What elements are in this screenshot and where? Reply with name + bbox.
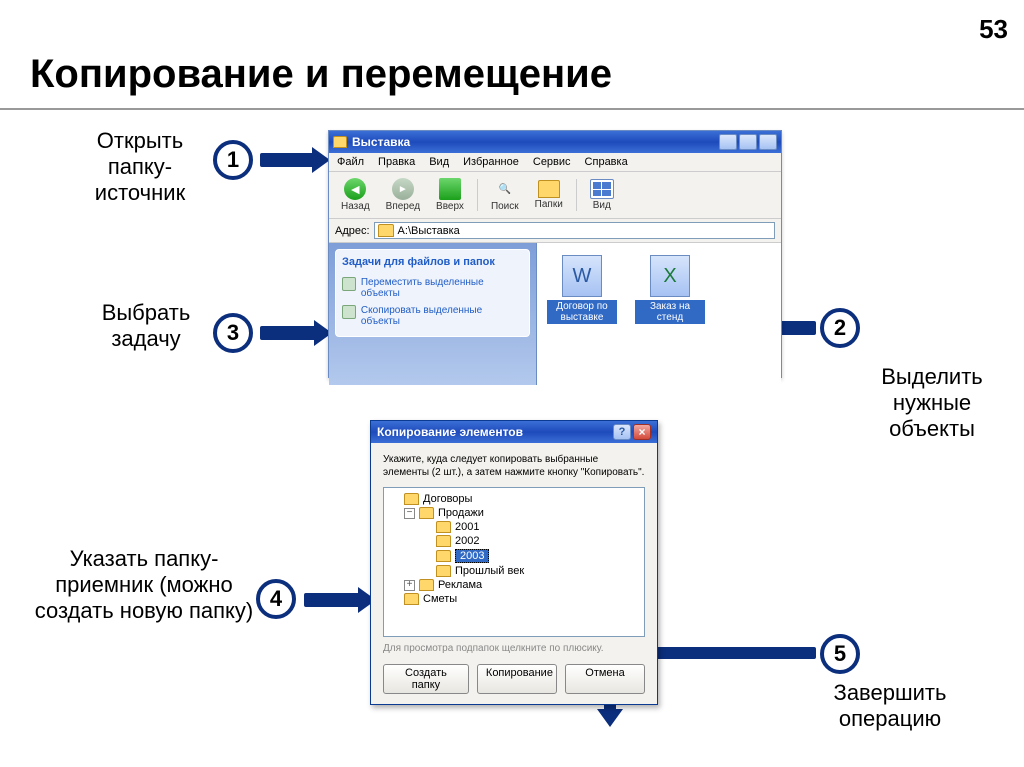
address-value: A:\Выставка [398, 225, 460, 237]
explorer-content: Задачи для файлов и папок Переместить вы… [329, 243, 781, 385]
arrow-3 [260, 326, 316, 340]
dialog-hint: Для просмотра подпапок щелкните по плюси… [383, 643, 645, 654]
file-area[interactable]: W Договор по выставке X Заказ на стенд [537, 243, 781, 385]
window-title: Выставка [352, 135, 410, 149]
menu-file[interactable]: Файл [337, 156, 364, 168]
menu-help[interactable]: Справка [585, 156, 628, 168]
step-label-2: Выделить нужные объекты [862, 364, 1002, 442]
menu-favorites[interactable]: Избранное [463, 156, 519, 168]
move-icon [342, 277, 356, 291]
step-badge-3: 3 [213, 313, 253, 353]
tree-node[interactable]: 2002 [388, 534, 640, 548]
task-pane: Задачи для файлов и папок Переместить вы… [329, 243, 537, 385]
menu-edit[interactable]: Правка [378, 156, 415, 168]
tree-node[interactable]: −Продажи [388, 506, 640, 520]
step-badge-5: 5 [820, 634, 860, 674]
dialog-instructions: Укажите, куда следует копировать выбранн… [383, 453, 645, 479]
folder-icon [419, 579, 434, 591]
cancel-button[interactable]: Отмена [565, 664, 645, 694]
file-label: Заказ на стенд [635, 300, 705, 324]
copy-dialog: Копирование элементов ? × Укажите, куда … [370, 420, 658, 705]
copy-icon [342, 305, 356, 319]
file-item-1[interactable]: W Договор по выставке [547, 255, 617, 324]
close-button[interactable] [759, 134, 777, 150]
word-doc-icon: W [562, 255, 602, 297]
folder-icon [436, 535, 451, 547]
file-item-2[interactable]: X Заказ на стенд [635, 255, 705, 324]
step-label-1: Открыть папку-источник [70, 128, 210, 206]
tree-node-selected[interactable]: 2003 [388, 548, 640, 564]
tree-node[interactable]: Прошлый век [388, 564, 640, 578]
view-button[interactable]: Вид [584, 177, 620, 213]
toolbar: ◄Назад ►Вперед Вверх 🔍Поиск Папки Вид [329, 172, 781, 219]
tree-node[interactable]: 2001 [388, 520, 640, 534]
search-button[interactable]: 🔍Поиск [485, 176, 525, 214]
arrow-1 [260, 153, 314, 167]
folder-icon [436, 550, 451, 562]
toolbar-separator [477, 179, 478, 211]
explorer-window: Выставка Файл Правка Вид Избранное Серви… [328, 130, 782, 378]
minimize-button[interactable] [719, 134, 737, 150]
dialog-title: Копирование элементов [377, 425, 523, 439]
address-input[interactable]: A:\Выставка [374, 222, 775, 239]
address-label: Адрес: [335, 225, 370, 237]
expand-icon[interactable]: + [404, 580, 415, 591]
forward-button[interactable]: ►Вперед [380, 176, 426, 214]
step-badge-1: 1 [213, 140, 253, 180]
arrow-4 [304, 593, 360, 607]
folder-icon [404, 493, 419, 505]
close-button[interactable]: × [633, 424, 651, 440]
menu-tools[interactable]: Сервис [533, 156, 571, 168]
tree-node[interactable]: Договоры [388, 492, 640, 506]
up-button[interactable]: Вверх [430, 176, 470, 214]
folder-icon [436, 565, 451, 577]
help-button[interactable]: ? [613, 424, 631, 440]
step-label-3: Выбрать задачу [86, 300, 206, 352]
collapse-icon[interactable]: − [404, 508, 415, 519]
folder-icon [378, 224, 394, 237]
menu-view[interactable]: Вид [429, 156, 449, 168]
copy-button[interactable]: Копирование [477, 664, 557, 694]
page-number: 53 [979, 14, 1008, 45]
toolbar-separator [576, 179, 577, 211]
task-move[interactable]: Переместить выделенные объекты [342, 274, 523, 302]
dialog-buttons: Создать папку Копирование Отмена [383, 664, 645, 694]
main-title: Копирование и перемещение [30, 52, 612, 97]
menu-bar: Файл Правка Вид Избранное Сервис Справка [329, 153, 781, 172]
folders-button[interactable]: Папки [529, 178, 569, 212]
folder-tree[interactable]: Договоры −Продажи 2001 2002 2003 Прошлый… [383, 487, 645, 637]
task-box: Задачи для файлов и папок Переместить вы… [335, 249, 530, 337]
step-badge-4: 4 [256, 579, 296, 619]
address-bar: Адрес: A:\Выставка [329, 219, 781, 243]
excel-doc-icon: X [650, 255, 690, 297]
folder-icon [404, 593, 419, 605]
folder-icon [436, 521, 451, 533]
file-label: Договор по выставке [547, 300, 617, 324]
window-titlebar[interactable]: Выставка [329, 131, 781, 153]
step-label-5: Завершить операцию [820, 680, 960, 732]
dialog-titlebar[interactable]: Копирование элементов ? × [371, 421, 657, 443]
step-badge-2: 2 [820, 308, 860, 348]
folder-icon [419, 507, 434, 519]
window-controls [719, 134, 777, 150]
maximize-button[interactable] [739, 134, 757, 150]
step-label-4: Указать папку-приемник (можно создать но… [34, 546, 254, 624]
dialog-body: Укажите, куда следует копировать выбранн… [371, 443, 657, 704]
title-separator [0, 108, 1024, 110]
folder-icon [333, 136, 347, 148]
task-box-title: Задачи для файлов и папок [342, 256, 523, 268]
back-button[interactable]: ◄Назад [335, 176, 376, 214]
task-copy[interactable]: Скопировать выделенные объекты [342, 302, 523, 330]
new-folder-button[interactable]: Создать папку [383, 664, 469, 694]
tree-node[interactable]: +Реклама [388, 578, 640, 592]
tree-node[interactable]: Сметы [388, 592, 640, 606]
